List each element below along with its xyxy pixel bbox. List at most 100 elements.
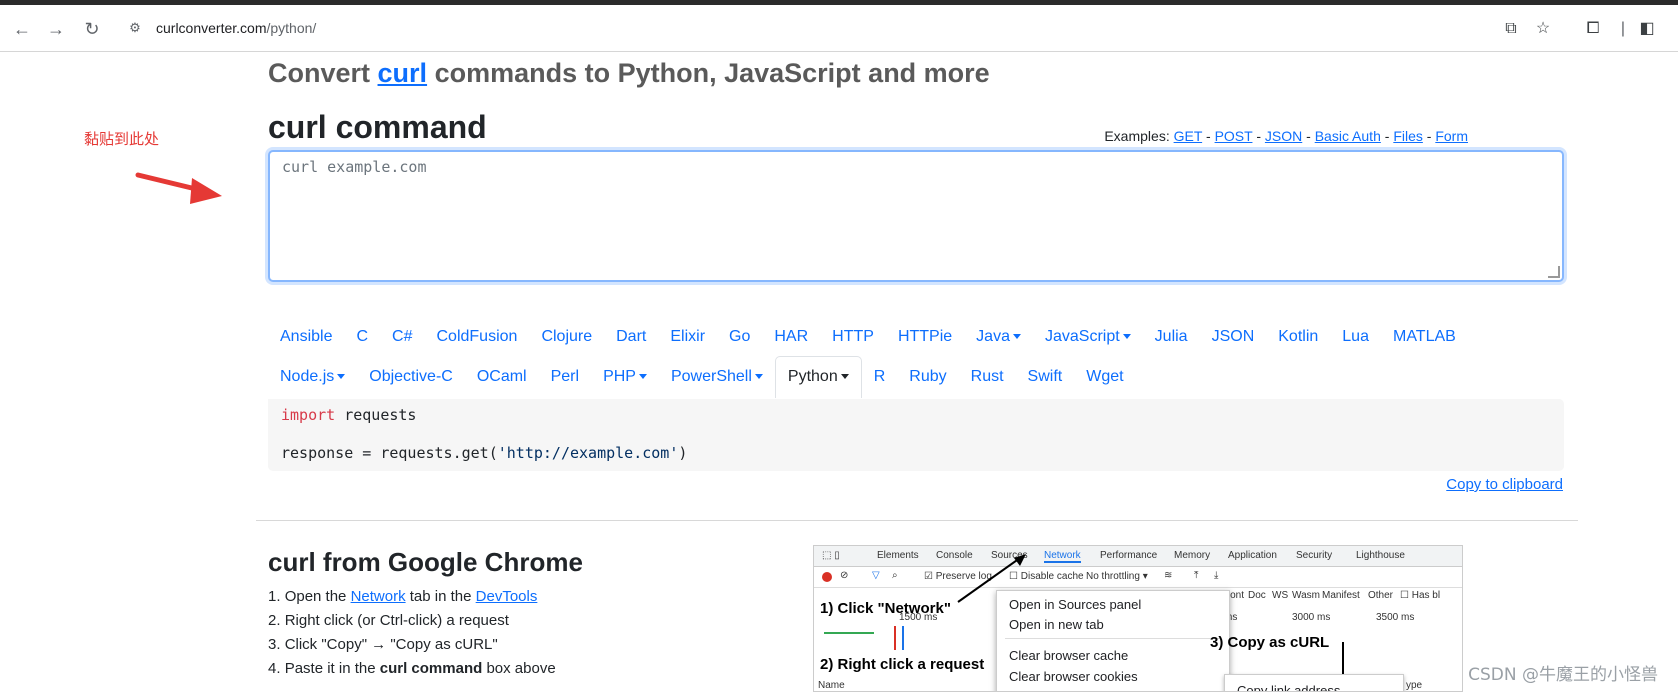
red-arrow-icon xyxy=(135,172,222,204)
language-tab-julia[interactable]: Julia xyxy=(1143,317,1200,357)
language-tab-label: Swift xyxy=(1027,368,1063,385)
caret-down-icon xyxy=(754,374,763,380)
page-title: Convert curl commands to Python, JavaScr… xyxy=(268,58,990,88)
language-tab-label: Go xyxy=(729,328,751,345)
reload-icon[interactable]: ↻ xyxy=(80,17,104,41)
language-tab-perl[interactable]: Perl xyxy=(539,357,591,397)
step-3: 3. Click "Copy" → "Copy as cURL" xyxy=(268,636,498,653)
waterfall-marker xyxy=(902,626,904,650)
language-tab-java[interactable]: Java xyxy=(964,317,1033,357)
step-2: 2. Right click (or Ctrl-click) a request xyxy=(268,612,509,629)
caret-down-icon xyxy=(840,374,849,380)
language-tab-label: Clojure xyxy=(541,328,593,345)
language-tab-c-[interactable]: C# xyxy=(380,317,424,357)
language-tab-label: MATLAB xyxy=(1392,328,1456,345)
language-tab-rust[interactable]: Rust xyxy=(959,357,1016,397)
install-app-icon[interactable]: ⧉ xyxy=(1500,18,1522,40)
chrome-section-heading: curl from Google Chrome xyxy=(268,547,583,577)
devtools-tab: Elements xyxy=(877,550,919,561)
language-tab-node-js[interactable]: Node.js xyxy=(268,357,357,397)
inspect-icon: ⬚ ▯ xyxy=(822,550,840,561)
timeline-label: 3000 ms xyxy=(1292,612,1331,623)
example-form-link[interactable]: Form xyxy=(1435,128,1468,144)
example-post-link[interactable]: POST xyxy=(1215,128,1253,144)
language-tab-kotlin[interactable]: Kotlin xyxy=(1266,317,1330,357)
language-tab-r[interactable]: R xyxy=(862,357,898,397)
curl-command-input[interactable]: curl example.com xyxy=(268,150,1564,282)
language-tab-objective-c[interactable]: Objective-C xyxy=(357,357,465,397)
language-tab-swift[interactable]: Swift xyxy=(1016,357,1075,397)
language-tab-http[interactable]: HTTP xyxy=(820,317,886,357)
caret-down-icon xyxy=(1012,334,1021,340)
devtools-filter-row: Font Doc WS Wasm Manifest Other ☐ Has bl xyxy=(1224,590,1441,601)
callout-right-click: 2) Right click a request xyxy=(820,656,985,673)
language-tab-matlab[interactable]: MATLAB xyxy=(1381,317,1468,357)
language-tab-label: Python xyxy=(787,368,838,385)
clear-icon: ⊘ xyxy=(840,570,849,581)
timeline-label: 3500 ms xyxy=(1376,612,1415,623)
name-column-header: Name xyxy=(818,680,845,691)
upload-icon: ⤒ xyxy=(1194,570,1199,581)
language-tab-go[interactable]: Go xyxy=(717,317,762,357)
network-link[interactable]: Network xyxy=(351,588,406,605)
language-tab-python[interactable]: Python xyxy=(774,356,862,398)
side-panel-icon[interactable]: ◧ xyxy=(1636,18,1658,40)
waterfall-marker xyxy=(894,626,896,650)
devtools-tab: Security xyxy=(1296,550,1333,561)
devtools-tab: Memory xyxy=(1174,550,1211,561)
download-icon: ⤓ xyxy=(1214,570,1219,581)
copy-to-clipboard-link[interactable]: Copy to clipboard xyxy=(1446,476,1563,493)
language-tab-clojure[interactable]: Clojure xyxy=(529,317,604,357)
context-menu-item: Clear browser cookies xyxy=(1009,669,1138,684)
language-tabs-row-2: Node.js Objective-C OCaml Perl PHP PowerShell… xyxy=(268,356,1136,398)
textarea-resize-handle[interactable] xyxy=(1548,266,1560,278)
paste-here-annotation: 黏贴到此处 xyxy=(84,130,160,148)
section-divider xyxy=(256,520,1578,521)
language-tab-lua[interactable]: Lua xyxy=(1330,317,1381,357)
curl-link[interactable]: curl xyxy=(378,58,428,88)
language-tab-javascript[interactable]: JavaScript xyxy=(1033,317,1143,357)
language-tab-ruby[interactable]: Ruby xyxy=(897,357,958,397)
language-tab-php[interactable]: PHP xyxy=(591,357,659,397)
language-tab-label: Wget xyxy=(1086,368,1124,385)
forward-icon[interactable]: → xyxy=(44,17,68,41)
language-tab-httpie[interactable]: HTTPie xyxy=(886,317,964,357)
language-tab-label: C# xyxy=(392,328,413,345)
language-tab-elixir[interactable]: Elixir xyxy=(658,317,717,357)
back-icon[interactable]: ← xyxy=(10,17,34,41)
example-get-link[interactable]: GET xyxy=(1174,128,1203,144)
language-tab-label: OCaml xyxy=(476,368,527,385)
language-tab-label: JSON xyxy=(1211,328,1255,345)
wifi-icon: ≋ xyxy=(1164,570,1173,581)
search-icon: ⌕ xyxy=(892,570,898,581)
devtools-network-toolbar: ⊘ ▽ ⌕ ☑ Preserve log ☐ Disable cache No … xyxy=(814,567,1462,588)
extensions-icon[interactable]: ⧠ xyxy=(1582,18,1604,40)
address-bar[interactable]: ⚙ curlconverter.com/python/ xyxy=(116,10,1396,46)
devtools-link[interactable]: DevTools xyxy=(476,588,538,605)
code-line-1: import requests xyxy=(281,406,417,424)
language-tab-wget[interactable]: Wget xyxy=(1074,357,1135,397)
language-tab-c[interactable]: C xyxy=(344,317,380,357)
language-tab-label: Rust xyxy=(970,368,1004,385)
language-tab-label: Dart xyxy=(616,328,647,345)
language-tab-har[interactable]: HAR xyxy=(762,317,820,357)
devtools-screenshot: ⬚ ▯ Elements Console Sources Network Per… xyxy=(813,545,1463,692)
language-tab-json[interactable]: JSON xyxy=(1200,317,1267,357)
example-json-link[interactable]: JSON xyxy=(1265,128,1302,144)
language-tab-ocaml[interactable]: OCaml xyxy=(465,357,539,397)
language-tab-label: HAR xyxy=(774,328,809,345)
language-tab-label: JavaScript xyxy=(1044,328,1120,345)
browser-toolbar: ← → ↻ ⚙ curlconverter.com/python/ ⧉ ☆ ⧠ … xyxy=(0,5,1678,52)
language-tab-ansible[interactable]: Ansible xyxy=(268,317,344,357)
step-4: 4. Paste it in the curl command box abov… xyxy=(268,660,556,677)
bookmark-star-icon[interactable]: ☆ xyxy=(1532,18,1554,40)
curl-input-placeholder: curl example.com xyxy=(282,158,427,176)
example-files-link[interactable]: Files xyxy=(1393,128,1423,144)
toolbar-divider: | xyxy=(1620,20,1626,37)
language-tab-coldfusion[interactable]: ColdFusion xyxy=(425,317,530,357)
language-tab-dart[interactable]: Dart xyxy=(604,317,658,357)
example-basic-auth-link[interactable]: Basic Auth xyxy=(1315,128,1381,144)
site-info-icon[interactable]: ⚙ xyxy=(124,17,146,39)
language-tab-powershell[interactable]: PowerShell xyxy=(659,357,775,397)
devtools-tab-bar: ⬚ ▯ Elements Console Sources Network Per… xyxy=(814,546,1462,567)
